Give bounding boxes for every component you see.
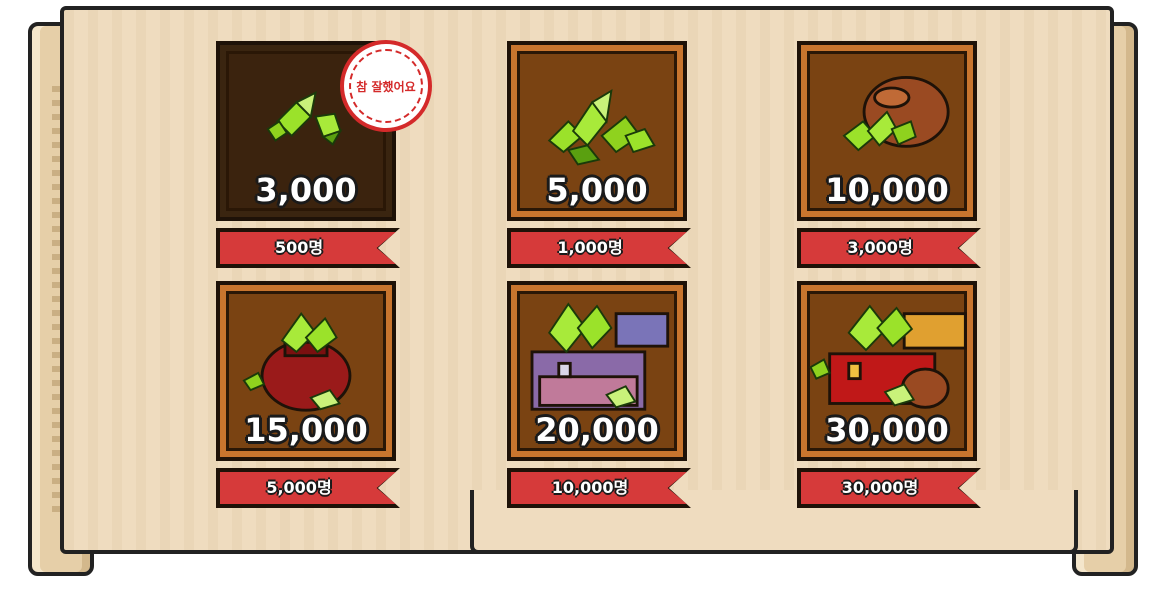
- requirement-label: 1,000명: [557, 238, 623, 257]
- reward-amount: 3,000: [255, 171, 357, 209]
- requirement-ribbon-2: 1,000명: [507, 228, 691, 268]
- reward-amount: 30,000: [825, 411, 949, 449]
- requirement-ribbon-5: 10,000명: [507, 468, 691, 508]
- requirement-label: 10,000명: [551, 478, 629, 497]
- reward-card-2[interactable]: 5,000: [507, 41, 687, 221]
- requirement-label: 3,000명: [847, 238, 913, 257]
- reward-card-3[interactable]: 10,000: [797, 41, 977, 221]
- requirement-label: 5,000명: [266, 478, 332, 497]
- stamp-text: 참 잘했어요: [356, 79, 416, 94]
- requirement-ribbon-4: 5,000명: [216, 468, 400, 508]
- stamp-ring: 참 잘했어요: [349, 49, 423, 123]
- reward-amount: 15,000: [244, 411, 368, 449]
- completed-stamp: 참 잘했어요: [340, 40, 432, 132]
- reward-scroll-screen: 3,000 참 잘했어요 5,000 10,000 500명 1,000명 3,…: [0, 0, 1166, 598]
- reward-card-4[interactable]: 15,000: [216, 281, 396, 461]
- requirement-ribbon-1: 500명: [216, 228, 400, 268]
- reward-amount: 5,000: [546, 171, 648, 209]
- requirement-ribbon-3: 3,000명: [797, 228, 981, 268]
- reward-amount: 10,000: [825, 171, 949, 209]
- reward-card-6[interactable]: 30,000: [797, 281, 977, 461]
- reward-amount: 20,000: [535, 411, 659, 449]
- requirement-label: 30,000명: [841, 478, 919, 497]
- reward-card-5[interactable]: 20,000: [507, 281, 687, 461]
- requirement-ribbon-6: 30,000명: [797, 468, 981, 508]
- requirement-label: 500명: [274, 238, 324, 257]
